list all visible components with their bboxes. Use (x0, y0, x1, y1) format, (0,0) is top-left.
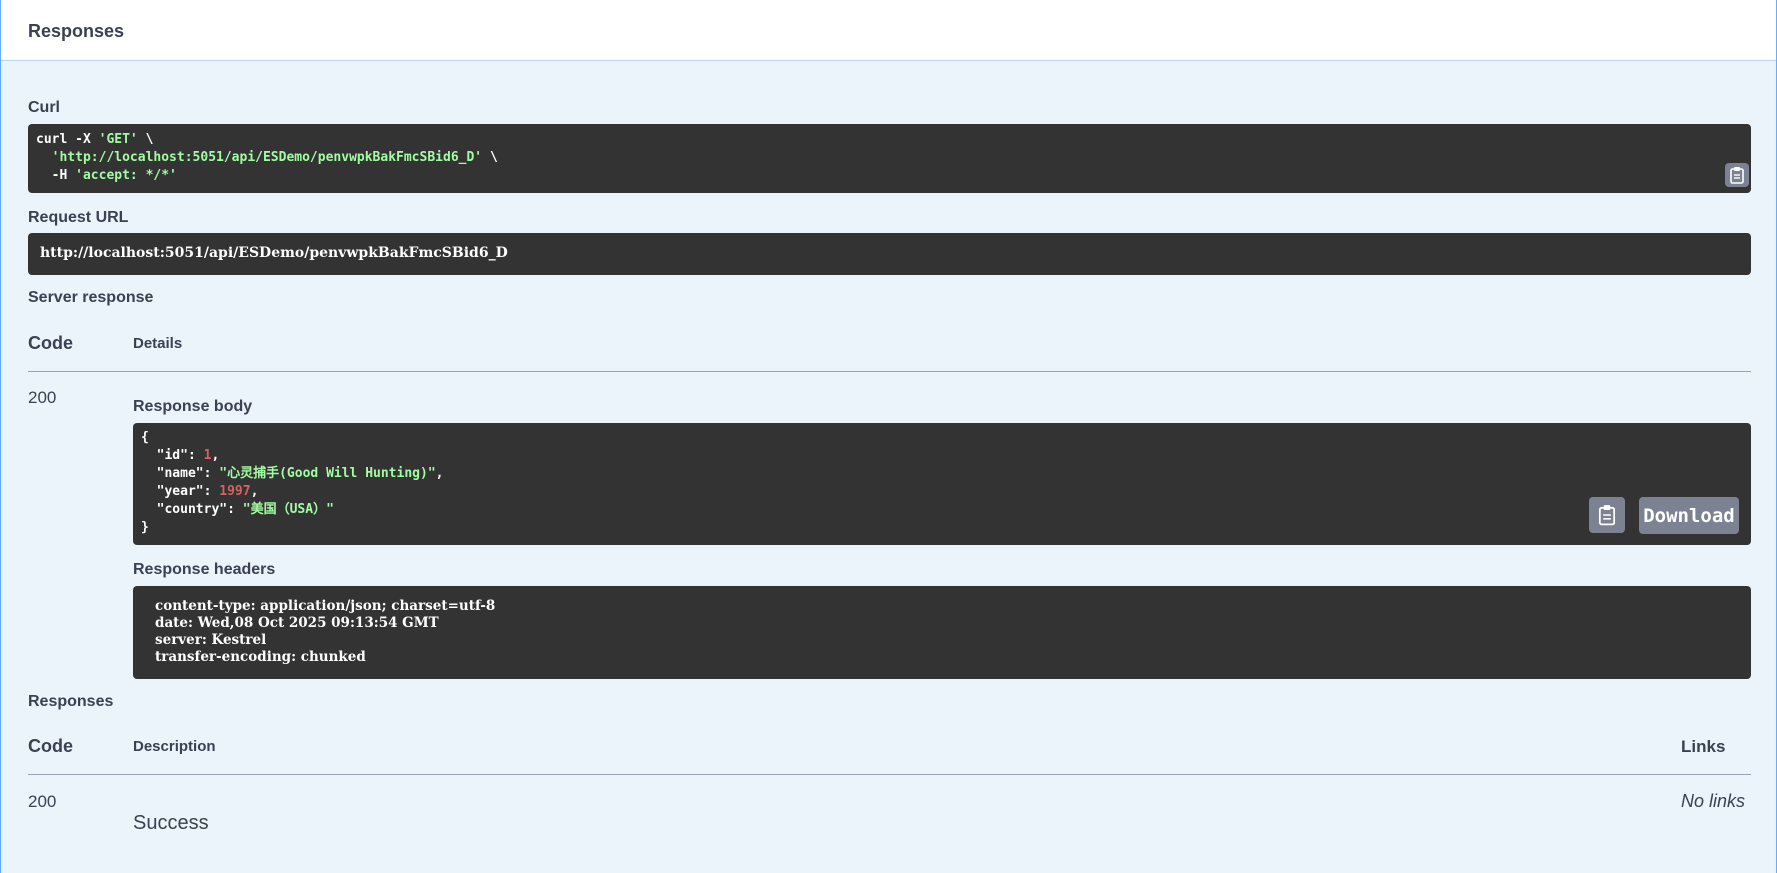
request-url-label: Request URL (28, 209, 129, 226)
responses-divider (28, 774, 1751, 775)
json-value-year: 1997 (219, 484, 251, 499)
server-response-code: 200 (28, 388, 57, 407)
curl-command: curl -X (36, 132, 99, 147)
response-body-label: Response body (133, 398, 253, 415)
curl-header-flag: -H (36, 168, 76, 183)
curl-line-continuation: \ (482, 150, 498, 165)
responses-code: 200 (28, 792, 57, 811)
panel-header: Responses (1, 0, 1776, 61)
json-key-year: "year" (156, 484, 204, 499)
curl-url: 'http://localhost:5051/api/ESDemo/penvwp… (51, 150, 483, 165)
curl-method: 'GET' (98, 132, 138, 147)
response-headers-label: Response headers (133, 561, 276, 578)
server-response-label: Server response (28, 289, 154, 306)
response-header-line: server: Kestrel (155, 632, 267, 648)
curl-label: Curl (28, 99, 60, 116)
response-header-line: transfer-encoding: chunked (155, 649, 366, 665)
responses-no-links: No links (1681, 791, 1746, 811)
response-headers-list: content-type: application/json; charset=… (155, 598, 495, 666)
curl-code-block[interactable]: curl -X 'GET' \ 'http://localhost:5051/a… (28, 124, 1751, 193)
response-header-line: content-type: application/json; charset=… (155, 598, 496, 614)
curl-indent (36, 150, 52, 165)
responses-panel: Responses Curl curl -X 'GET' \ 'http://l… (0, 0, 1777, 873)
download-button[interactable]: Download (1639, 497, 1739, 534)
response-headers-block[interactable]: content-type: application/json; charset=… (133, 586, 1751, 679)
copy-curl-button[interactable] (1725, 163, 1749, 187)
curl-header-value: 'accept: */*' (75, 168, 177, 183)
json-key-id: "id" (156, 448, 188, 463)
panel-title: Responses (28, 21, 125, 41)
clipboard-icon (1730, 167, 1744, 184)
server-response-divider (28, 371, 1751, 372)
responses-label: Responses (28, 693, 114, 710)
server-response-details-header: Details (133, 335, 183, 352)
copy-response-button[interactable] (1589, 497, 1625, 533)
server-response-code-header: Code (28, 333, 73, 353)
responses-code-header: Code (28, 736, 73, 756)
curl-line-continuation: \ (137, 132, 154, 147)
clipboard-icon (1598, 505, 1616, 526)
request-url-value: http://localhost:5051/api/ESDemo/penvwpk… (40, 245, 508, 261)
responses-links-header: Links (1681, 737, 1726, 756)
request-url-box[interactable]: http://localhost:5051/api/ESDemo/penvwpk… (28, 233, 1751, 275)
responses-description-header: Description (133, 738, 216, 755)
json-open-brace: { (141, 430, 149, 445)
json-value-name: "心灵捕手(Good Will Hunting)" (219, 466, 436, 481)
json-key-country: "country" (156, 502, 228, 517)
json-value-id: 1 (203, 448, 212, 463)
json-close-brace: } (141, 520, 149, 535)
response-body-block[interactable]: { "id": 1, "name": "心灵捕手(Good Will Hunti… (133, 423, 1751, 545)
response-header-line: date: Wed,08 Oct 2025 09:13:54 GMT (155, 615, 439, 631)
responses-description: Success (133, 812, 209, 834)
json-key-name: "name" (156, 466, 204, 481)
panel-body: Curl curl -X 'GET' \ 'http://localhost:5… (1, 61, 1776, 873)
json-value-country: "美国（USA）" (242, 502, 334, 517)
